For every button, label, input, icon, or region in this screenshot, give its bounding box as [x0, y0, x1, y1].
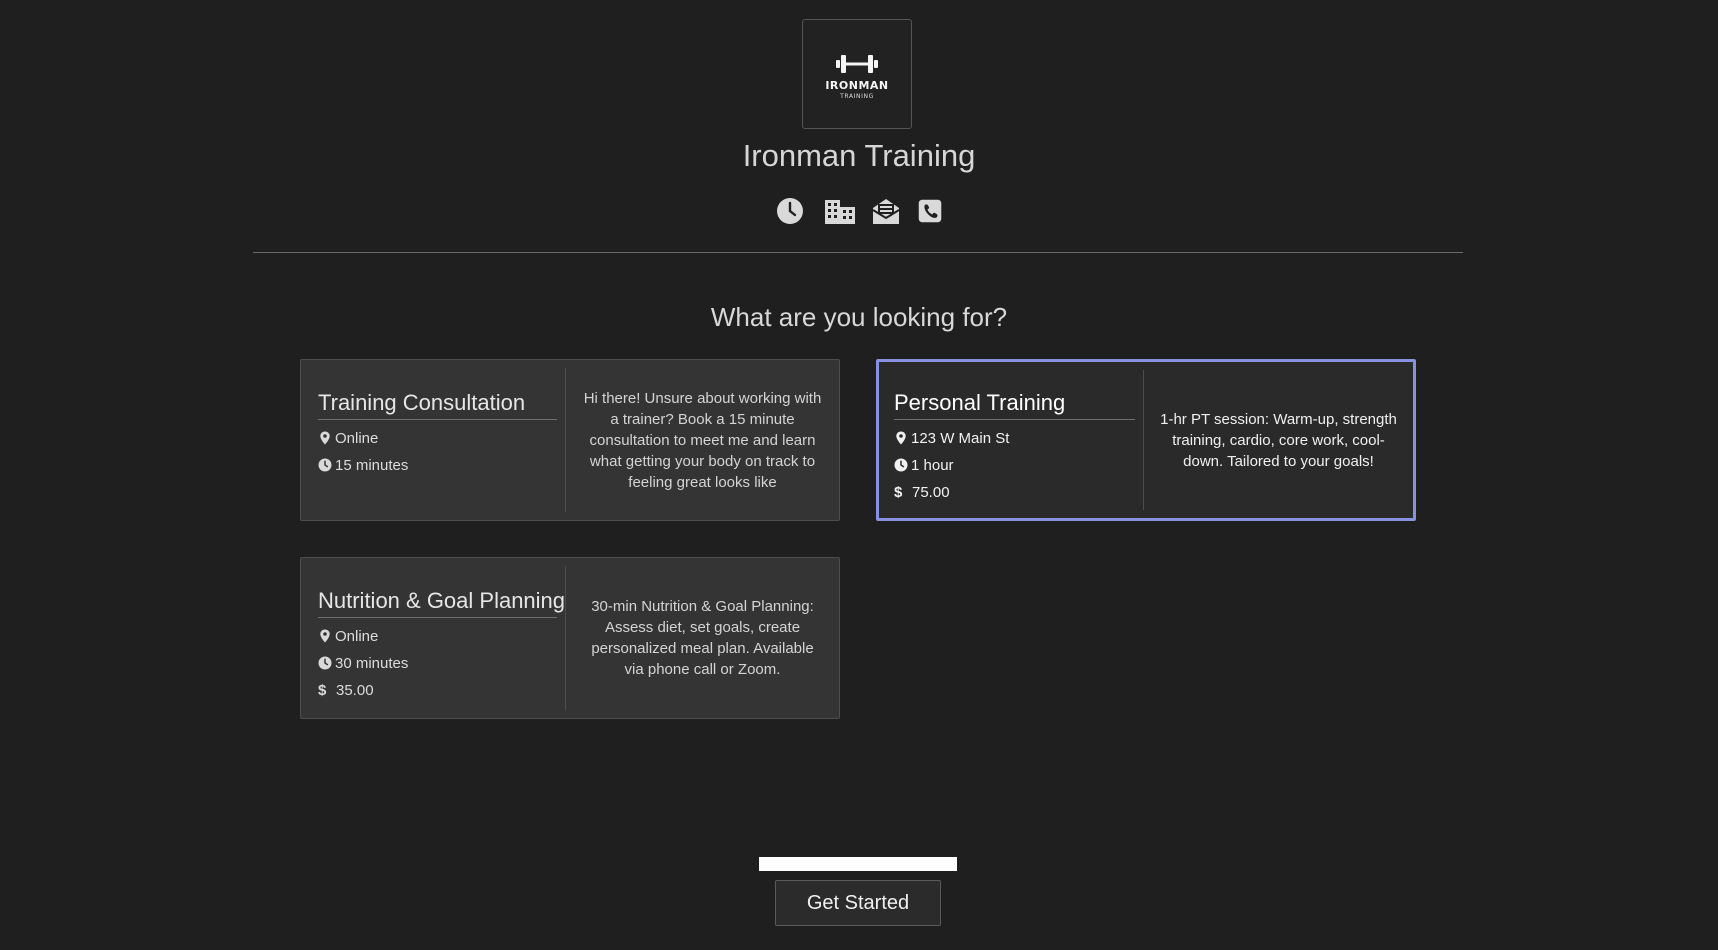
dollar-icon: $ [894, 483, 903, 501]
envelope-icon[interactable] [871, 196, 901, 226]
service-card-personal-training[interactable]: Personal Training 123 W Main St 1 hour $… [876, 359, 1416, 521]
service-summary: Nutrition & Goal Planning Online 30 minu… [301, 566, 566, 710]
business-name: Ironman Training [742, 138, 976, 173]
logo-wordmark: IRONMAN [825, 78, 889, 92]
map-pin-icon [896, 431, 906, 445]
service-card-nutrition-goal-planning[interactable]: Nutrition & Goal Planning Online 30 minu… [300, 557, 840, 719]
phone-icon[interactable] [917, 196, 943, 226]
clock-icon [318, 458, 332, 472]
get-started-button[interactable]: Get Started [775, 880, 941, 926]
service-title: Personal Training [894, 390, 1135, 420]
service-summary: Training Consultation Online 15 minutes [301, 368, 566, 512]
section-heading: What are you looking for? [710, 302, 1008, 332]
business-logo: IRONMAN TRAINING [802, 19, 912, 129]
location-text: 123 W Main St [911, 429, 1010, 447]
service-location: 123 W Main St [894, 429, 1143, 447]
service-location: Online [318, 627, 565, 645]
service-description: 1-hr PT session: Warm-up, strength train… [1160, 410, 1397, 470]
map-pin-icon [320, 431, 330, 445]
location-text: Online [335, 627, 379, 645]
service-card-training-consultation[interactable]: Training Consultation Online 15 minutes … [300, 359, 840, 521]
progress-bar [759, 857, 957, 871]
service-title: Nutrition & Goal Planning [318, 588, 565, 618]
service-description: Hi there! Unsure about working with a tr… [583, 389, 822, 491]
duration-text: 15 minutes [335, 456, 409, 474]
contact-icons [0, 196, 1718, 226]
service-duration: 15 minutes [318, 456, 565, 474]
duration-text: 30 minutes [335, 654, 409, 672]
logo-subtitle: TRAINING [840, 92, 874, 100]
location-text: Online [335, 429, 379, 447]
service-title: Training Consultation [318, 390, 557, 420]
clock-icon[interactable] [775, 196, 805, 226]
service-description: 30-min Nutrition & Goal Planning: Assess… [591, 598, 814, 678]
map-pin-icon [320, 629, 330, 643]
service-summary: Personal Training 123 W Main St 1 hour $… [879, 370, 1144, 510]
price-text: 75.00 [912, 483, 950, 501]
clock-icon [318, 656, 332, 670]
price-text: 35.00 [336, 681, 374, 699]
service-duration: 30 minutes [318, 654, 565, 672]
building-icon[interactable] [821, 196, 855, 226]
service-price: $ 35.00 [318, 681, 565, 699]
page: IRONMAN TRAINING Ironman Training What a… [0, 0, 1718, 950]
duration-text: 1 hour [911, 456, 954, 474]
dollar-icon: $ [318, 681, 327, 699]
clock-icon [894, 458, 908, 472]
header-divider [253, 252, 1463, 253]
service-duration: 1 hour [894, 456, 1143, 474]
service-location: Online [318, 429, 565, 447]
service-price: $ 75.00 [894, 483, 1143, 501]
dumbbell-icon [836, 54, 878, 73]
